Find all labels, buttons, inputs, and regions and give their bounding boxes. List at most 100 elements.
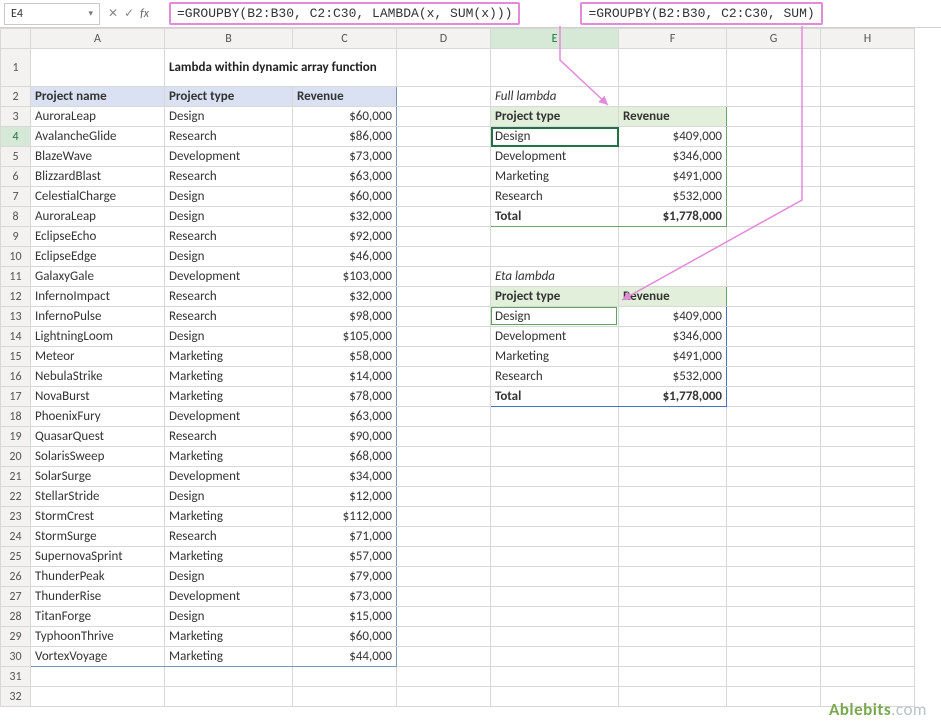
cell-A8[interactable]: AuroraLeap bbox=[31, 207, 165, 227]
cell-G6[interactable] bbox=[727, 167, 821, 187]
col-header-B[interactable]: B bbox=[165, 29, 293, 49]
cell-C6[interactable]: $63,000 bbox=[293, 167, 397, 187]
cell-C13[interactable]: $98,000 bbox=[293, 307, 397, 327]
cell-G30[interactable] bbox=[727, 647, 821, 667]
cell-G4[interactable] bbox=[727, 127, 821, 147]
row-header-18[interactable]: 18 bbox=[1, 407, 31, 427]
cell-H22[interactable] bbox=[821, 487, 915, 507]
cell-C18[interactable]: $63,000 bbox=[293, 407, 397, 427]
cell-D22[interactable] bbox=[397, 487, 491, 507]
cell-G10[interactable] bbox=[727, 247, 821, 267]
cell-E22[interactable] bbox=[491, 487, 619, 507]
cell-B18[interactable]: Development bbox=[165, 407, 293, 427]
row-header-11[interactable]: 11 bbox=[1, 267, 31, 287]
cell-E21[interactable] bbox=[491, 467, 619, 487]
cell-E28[interactable] bbox=[491, 607, 619, 627]
cell-B29[interactable]: Marketing bbox=[165, 627, 293, 647]
cell-F8[interactable]: $1,778,000 bbox=[619, 207, 727, 227]
cell-A29[interactable]: TyphoonThrive bbox=[31, 627, 165, 647]
cell-E2[interactable]: Full lambda bbox=[491, 87, 619, 107]
cell-E23[interactable] bbox=[491, 507, 619, 527]
cell-C9[interactable]: $92,000 bbox=[293, 227, 397, 247]
cell-H14[interactable] bbox=[821, 327, 915, 347]
cell-E6[interactable]: Marketing bbox=[491, 167, 619, 187]
cell-A25[interactable]: SupernovaSprint bbox=[31, 547, 165, 567]
cell-H9[interactable] bbox=[821, 227, 915, 247]
cell-E9[interactable] bbox=[491, 227, 619, 247]
cell-G7[interactable] bbox=[727, 187, 821, 207]
cell-H20[interactable] bbox=[821, 447, 915, 467]
cell-C2[interactable]: Revenue bbox=[293, 87, 397, 107]
row-header-1[interactable]: 1 bbox=[1, 49, 31, 87]
cell-E7[interactable]: Research bbox=[491, 187, 619, 207]
cell-F15[interactable]: $491,000 bbox=[619, 347, 727, 367]
cell-C21[interactable]: $34,000 bbox=[293, 467, 397, 487]
cell-G22[interactable] bbox=[727, 487, 821, 507]
row-header-12[interactable]: 12 bbox=[1, 287, 31, 307]
cell-A10[interactable]: EclipseEdge bbox=[31, 247, 165, 267]
cell-E17[interactable]: Total bbox=[491, 387, 619, 407]
cell-C3[interactable]: $60,000 bbox=[293, 107, 397, 127]
cell-F27[interactable] bbox=[619, 587, 727, 607]
cell-C5[interactable]: $73,000 bbox=[293, 147, 397, 167]
cell-H7[interactable] bbox=[821, 187, 915, 207]
cell-B10[interactable]: Design bbox=[165, 247, 293, 267]
cell-B9[interactable]: Research bbox=[165, 227, 293, 247]
cell-F21[interactable] bbox=[619, 467, 727, 487]
cell-E24[interactable] bbox=[491, 527, 619, 547]
cell-B7[interactable]: Design bbox=[165, 187, 293, 207]
col-header-A[interactable]: A bbox=[31, 29, 165, 49]
cell-E26[interactable] bbox=[491, 567, 619, 587]
cell-E18[interactable] bbox=[491, 407, 619, 427]
cell-H16[interactable] bbox=[821, 367, 915, 387]
cell-D12[interactable] bbox=[397, 287, 491, 307]
cell-A6[interactable]: BlizzardBlast bbox=[31, 167, 165, 187]
cell-G11[interactable] bbox=[727, 267, 821, 287]
row-header-6[interactable]: 6 bbox=[1, 167, 31, 187]
cell-B28[interactable]: Design bbox=[165, 607, 293, 627]
cell-H3[interactable] bbox=[821, 107, 915, 127]
cell-F2[interactable] bbox=[619, 87, 727, 107]
cell-H25[interactable] bbox=[821, 547, 915, 567]
cell-B26[interactable]: Design bbox=[165, 567, 293, 587]
cell-B30[interactable]: Marketing bbox=[165, 647, 293, 667]
cell-G13[interactable] bbox=[727, 307, 821, 327]
cell-D10[interactable] bbox=[397, 247, 491, 267]
cell-G19[interactable] bbox=[727, 427, 821, 447]
cell-A18[interactable]: PhoenixFury bbox=[31, 407, 165, 427]
cell-A7[interactable]: CelestialCharge bbox=[31, 187, 165, 207]
cell-B27[interactable]: Development bbox=[165, 587, 293, 607]
cell-B15[interactable]: Marketing bbox=[165, 347, 293, 367]
cell-H23[interactable] bbox=[821, 507, 915, 527]
cell-G15[interactable] bbox=[727, 347, 821, 367]
cell-G2[interactable] bbox=[727, 87, 821, 107]
cell-A15[interactable]: Meteor bbox=[31, 347, 165, 367]
cell-F5[interactable]: $346,000 bbox=[619, 147, 727, 167]
cell-G3[interactable] bbox=[727, 107, 821, 127]
cell-B2[interactable]: Project type bbox=[165, 87, 293, 107]
row-header-17[interactable]: 17 bbox=[1, 387, 31, 407]
cell-E1[interactable] bbox=[491, 49, 619, 87]
cell-B32[interactable] bbox=[165, 687, 293, 707]
row-header-31[interactable]: 31 bbox=[1, 667, 31, 687]
cell-D25[interactable] bbox=[397, 547, 491, 567]
cell-E5[interactable]: Development bbox=[491, 147, 619, 167]
cell-C24[interactable]: $71,000 bbox=[293, 527, 397, 547]
row-header-15[interactable]: 15 bbox=[1, 347, 31, 367]
cell-F32[interactable] bbox=[619, 687, 727, 707]
cell-A13[interactable]: InfernoPulse bbox=[31, 307, 165, 327]
cell-H15[interactable] bbox=[821, 347, 915, 367]
cell-H27[interactable] bbox=[821, 587, 915, 607]
cell-G27[interactable] bbox=[727, 587, 821, 607]
cell-A20[interactable]: SolarisSweep bbox=[31, 447, 165, 467]
col-header-G[interactable]: G bbox=[727, 29, 821, 49]
cell-B14[interactable]: Design bbox=[165, 327, 293, 347]
cell-E8[interactable]: Total bbox=[491, 207, 619, 227]
cell-D3[interactable] bbox=[397, 107, 491, 127]
cell-C20[interactable]: $68,000 bbox=[293, 447, 397, 467]
cell-A5[interactable]: BlazeWave bbox=[31, 147, 165, 167]
row-header-28[interactable]: 28 bbox=[1, 607, 31, 627]
cell-C17[interactable]: $78,000 bbox=[293, 387, 397, 407]
cell-G16[interactable] bbox=[727, 367, 821, 387]
cell-E3[interactable]: Project type bbox=[491, 107, 619, 127]
